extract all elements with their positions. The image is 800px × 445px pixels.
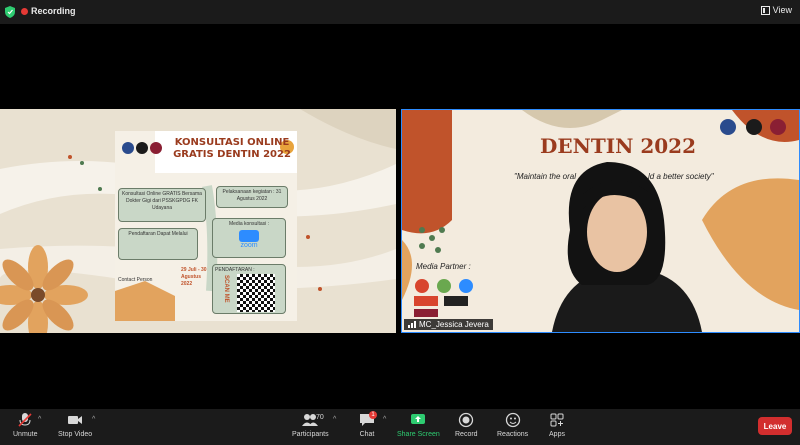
record-label: Record <box>455 431 478 438</box>
poster-media-box: Media konsultasi : zoom <box>212 218 286 258</box>
meeting-toolbar: Unmute ^ Stop Video ^ Participants 70 ^ … <box>0 409 800 445</box>
poster-dates: 29 Juli - 30 Agustus 2022 <box>181 267 207 287</box>
media-partner-label: Media Partner : <box>416 262 471 271</box>
video-camera-icon <box>68 416 83 424</box>
signal-icon <box>408 321 416 328</box>
apps-button[interactable]: Apps <box>549 412 565 438</box>
view-button[interactable]: View <box>760 5 792 15</box>
camera-slogan: "Maintain the oral <box>514 172 576 181</box>
chat-label: Chat <box>359 431 375 438</box>
poster-date-box: Pelaksanaan kegiatan : 31 Agustus 2022 <box>216 186 288 208</box>
leave-button[interactable]: Leave <box>758 417 792 435</box>
video-options-caret[interactable]: ^ <box>92 416 95 423</box>
camera-tile[interactable]: DENTIN 2022 "Maintain the oral ld a bett… <box>401 109 800 333</box>
unmute-label: Unmute <box>13 431 38 438</box>
poster-qr-box: PENDAFTARAN : SCAN ME <box>212 264 286 314</box>
chat-unread-badge: 1 <box>369 411 377 419</box>
smiley-icon <box>505 412 520 428</box>
unmute-button[interactable]: Unmute <box>13 412 38 438</box>
microphone-muted-icon <box>18 413 32 427</box>
participants-options-caret[interactable]: ^ <box>333 416 336 423</box>
recording-label: Recording <box>31 6 76 16</box>
poster-media-label: Media konsultasi : <box>228 221 270 227</box>
participant-count: 70 <box>316 414 324 421</box>
event-poster: KONSULTASI ONLINE GRATIS DENTIN 2022 Kon… <box>115 131 297 321</box>
share-screen-icon <box>411 414 426 424</box>
stop-video-button[interactable]: Stop Video <box>58 412 92 438</box>
participants-label: Participants <box>292 431 329 438</box>
view-label: View <box>772 5 792 15</box>
share-screen-label: Share Screen <box>397 431 440 438</box>
top-bar: Recording View <box>0 0 800 24</box>
poster-registration-label: PENDAFTARAN : <box>215 267 255 273</box>
reactions-button[interactable]: Reactions <box>497 412 528 438</box>
zoom-label: zoom <box>240 242 258 249</box>
security-shield-icon[interactable] <box>5 6 15 18</box>
share-screen-button[interactable]: Share Screen <box>397 412 440 438</box>
zoom-icon <box>239 230 259 242</box>
camera-slogan-right: ld a better society" <box>648 172 714 181</box>
record-button[interactable]: Record <box>455 412 478 438</box>
reactions-label: Reactions <box>497 431 529 438</box>
poster-title: KONSULTASI ONLINE GRATIS DENTIN 2022 <box>173 137 291 160</box>
participant-name-tag: MC_Jessica Jevera <box>404 319 493 330</box>
view-grid-icon <box>760 5 770 15</box>
record-icon <box>459 412 474 428</box>
camera-title: DENTIN 2022 <box>540 134 697 158</box>
poster-registration-box: Pendaftaran Dapat Melalui <box>118 228 198 260</box>
scan-me-label: SCAN ME <box>223 275 229 303</box>
poster-contact: Contact Person <box>118 277 153 283</box>
shared-screen-tile[interactable]: KONSULTASI ONLINE GRATIS DENTIN 2022 Kon… <box>0 109 396 333</box>
qr-code <box>237 274 275 312</box>
chat-options-caret[interactable]: ^ <box>383 416 386 423</box>
apps-icon <box>550 413 564 427</box>
stop-video-label: Stop Video <box>58 431 93 438</box>
recording-dot-icon <box>21 8 28 15</box>
participant-name: MC_Jessica Jevera <box>419 320 489 329</box>
apps-label: Apps <box>549 431 565 438</box>
audio-options-caret[interactable]: ^ <box>38 416 41 423</box>
poster-info-box: Konsultasi Online GRATIS Bersama Dokter … <box>118 188 206 222</box>
